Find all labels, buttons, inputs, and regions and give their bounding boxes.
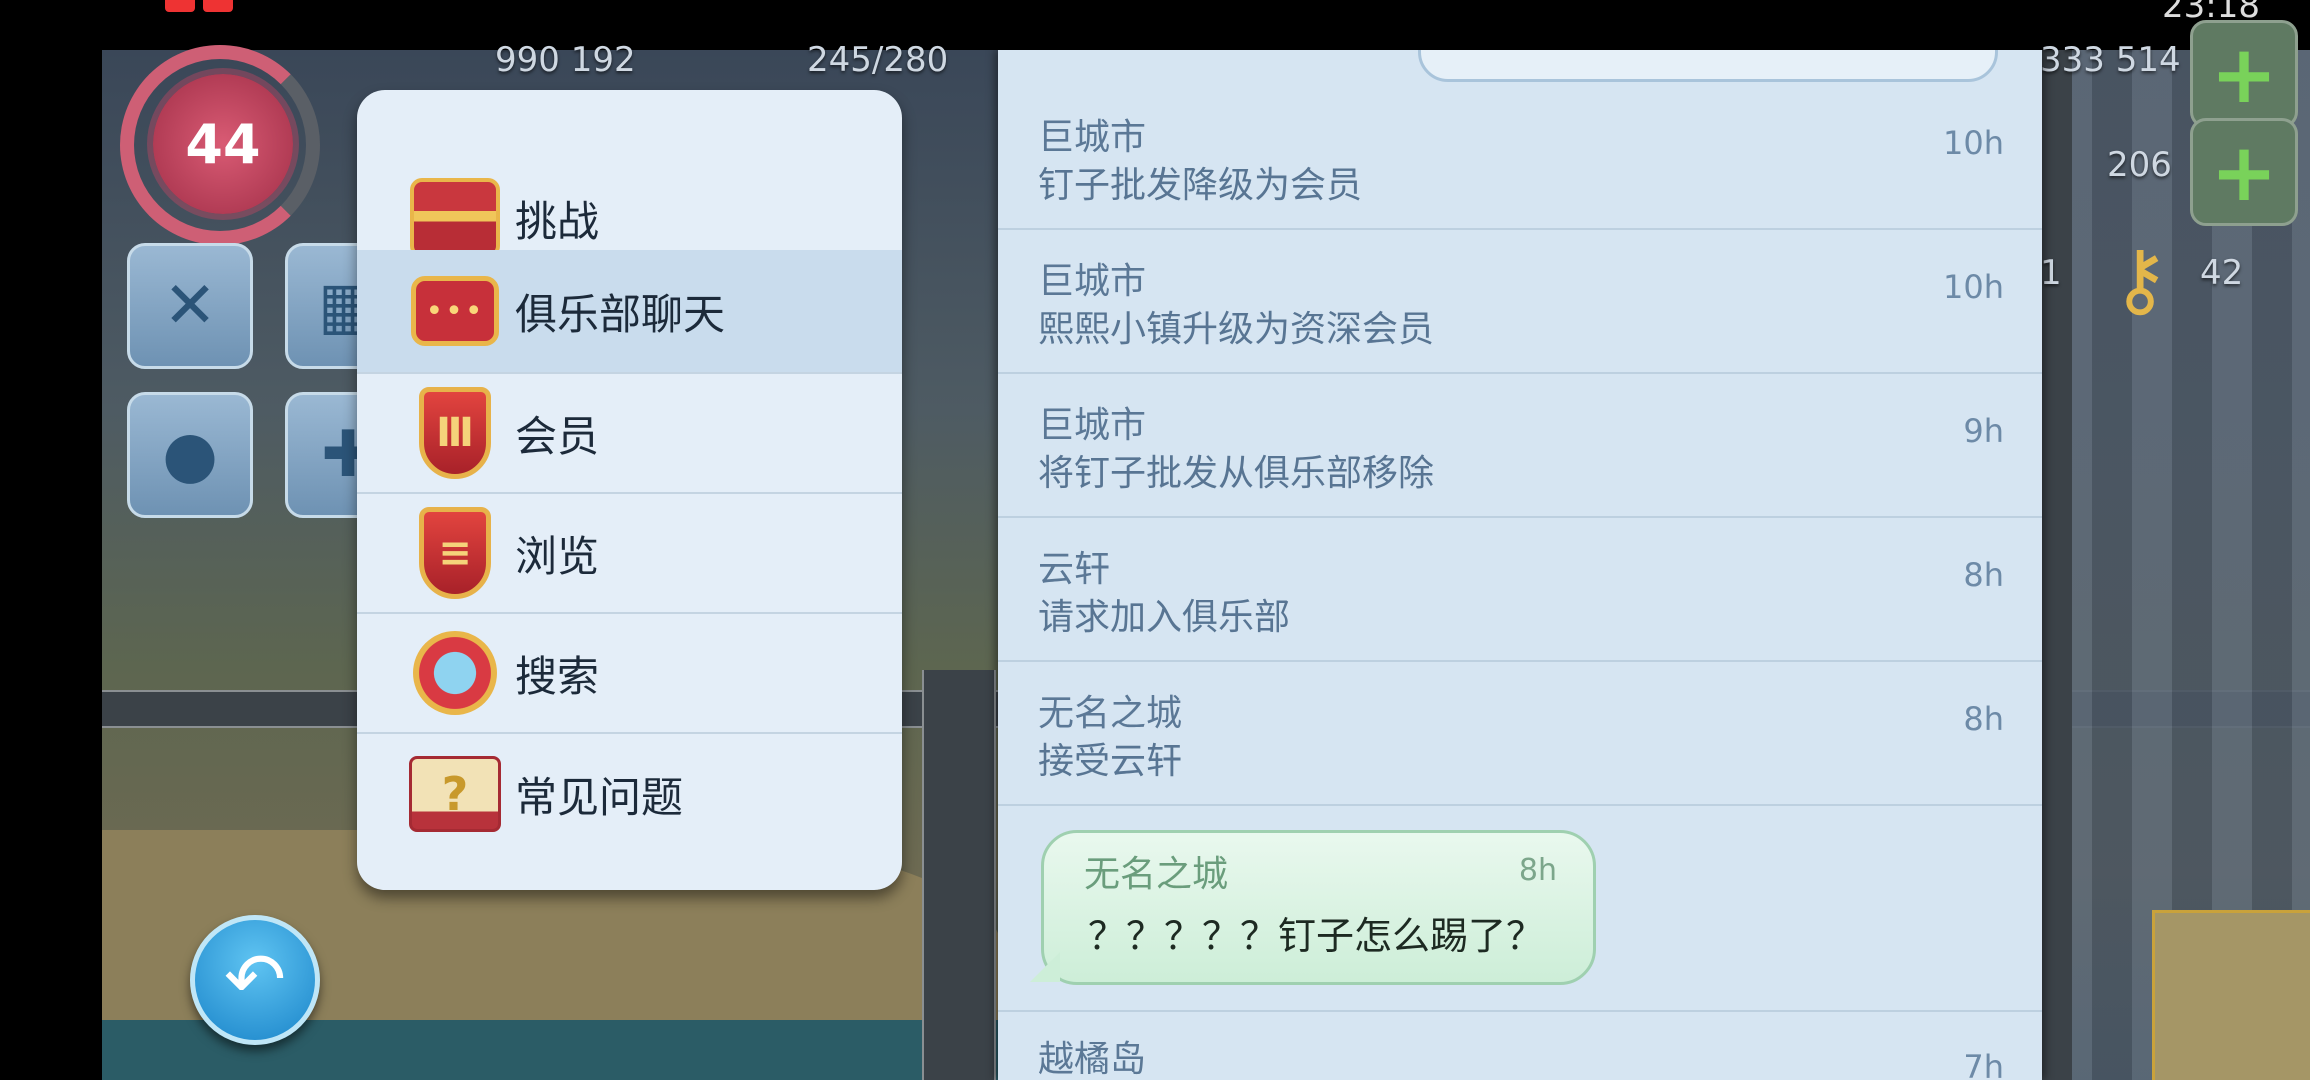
- menu-item-label: 搜索: [515, 651, 600, 701]
- shield-members-icon: Ⅲ: [409, 387, 501, 479]
- chat-bubble-partial: [1418, 50, 1998, 82]
- chat-entry-time: 9h: [1963, 412, 2004, 450]
- menu-item-label: 挑战: [515, 196, 600, 246]
- chat-entry-time: 8h: [1963, 556, 2004, 594]
- plaza-area: [2152, 910, 2310, 1080]
- chat-entry-author: 巨城市: [1038, 117, 1147, 158]
- menu-item-faq[interactable]: ? 常见问题: [357, 734, 902, 854]
- chat-message-author: 无名之城: [1084, 854, 1229, 895]
- chat-entry-author: 无名之城: [1038, 693, 1183, 734]
- back-arrow-icon: ↶: [223, 937, 286, 1023]
- add-currency-button[interactable]: +: [2190, 20, 2298, 128]
- keys-value: 42: [2200, 253, 2244, 293]
- chat-entry-time: 10h: [1943, 268, 2004, 306]
- chat-bubble-icon: •••: [409, 265, 501, 357]
- chat-entry-text: 钉子批发降级为会员: [1038, 165, 1363, 206]
- chat-message-time: 8h: [1518, 853, 1557, 888]
- simcash-value: 333 514: [2040, 40, 2181, 80]
- build-tools-button[interactable]: ✕: [127, 243, 253, 369]
- menu-item-label: 浏览: [515, 531, 600, 581]
- level-badge[interactable]: 44: [153, 74, 293, 214]
- population-value: 245/280: [807, 40, 949, 80]
- menu-item-browse[interactable]: ≡ 浏览: [357, 494, 902, 614]
- chat-log-entry: 云轩 请求加入俱乐部 8h: [998, 520, 2042, 662]
- chat-entry-text: 请求加入俱乐部: [1038, 597, 1291, 638]
- level-value: 44: [185, 112, 261, 176]
- club-menu: 挑战 ••• 俱乐部聊天 Ⅲ 会员 ≡ 浏览 搜索 ? 常见问题: [357, 90, 902, 890]
- chat-log-entry: 无名之城 接受云轩 8h: [998, 664, 2042, 806]
- club-chat-panel[interactable]: 巨城市 钉子批发降级为会员 10h 巨城市 熙熙小镇升级为资深会员 10h 巨城…: [998, 50, 2042, 1080]
- faq-book-icon: ?: [409, 748, 501, 840]
- menu-item-members[interactable]: Ⅲ 会员: [357, 374, 902, 494]
- club-button[interactable]: ●: [127, 392, 253, 518]
- add-currency-button[interactable]: +: [2190, 118, 2298, 226]
- chat-entry-author: 巨城市: [1038, 261, 1147, 302]
- golden-keys-value: 206: [2107, 145, 2172, 185]
- status-bar: 23:18: [0, 0, 2310, 26]
- menu-item-club-chat[interactable]: ••• 俱乐部聊天: [357, 250, 902, 374]
- key-icon: ⚷: [2110, 233, 2170, 326]
- chat-entry-time: 8h: [1963, 700, 2004, 738]
- notification-icon: [203, 0, 233, 12]
- magnifier-icon: [409, 627, 501, 719]
- chat-entry-author: 巨城市: [1038, 405, 1147, 446]
- menu-item-label: 常见问题: [515, 772, 684, 822]
- bubble-tail: [1030, 952, 1060, 982]
- chat-message-text: ？？？？？钉子怎么踢了？: [1088, 914, 1545, 958]
- chat-log-entry: 巨城市 钉子批发降级为会员 10h: [998, 88, 2042, 230]
- partial-value: 1: [2040, 253, 2062, 293]
- road: [922, 670, 996, 1080]
- chat-entry-author: 越橘岛: [1038, 1039, 1147, 1080]
- chat-message-bubble: 无名之城 8h ？？？？？钉子怎么踢了？: [1030, 830, 1596, 985]
- tools-icon: ✕: [163, 269, 217, 343]
- chat-entry-author: 云轩: [1038, 549, 1111, 590]
- back-button[interactable]: ↶: [190, 915, 320, 1045]
- chat-log-entry: 越橘岛 7h: [998, 1010, 2042, 1080]
- chat-entry-text: 熙熙小镇升级为资深会员: [1038, 309, 1435, 350]
- menu-item-label: 俱乐部聊天: [515, 289, 726, 339]
- chat-log-entry: 巨城市 将钉子批发从俱乐部移除 9h: [998, 376, 2042, 518]
- status-icons-left: [165, 0, 233, 12]
- chat-entry-time: 7h: [1963, 1048, 2004, 1080]
- chat-entry-text: 接受云轩: [1038, 741, 1183, 782]
- chat-log-entry: 巨城市 熙熙小镇升级为资深会员 10h: [998, 232, 2042, 374]
- menu-item-label: 会员: [515, 411, 600, 461]
- money-value: 990 192: [495, 40, 636, 80]
- chat-entry-time: 10h: [1943, 124, 2004, 162]
- chat-entry-text: 将钉子批发从俱乐部移除: [1038, 453, 1435, 494]
- people-icon: ●: [162, 418, 218, 492]
- notification-icon: [165, 0, 195, 12]
- menu-item-search[interactable]: 搜索: [357, 614, 902, 734]
- shield-browse-icon: ≡: [409, 507, 501, 599]
